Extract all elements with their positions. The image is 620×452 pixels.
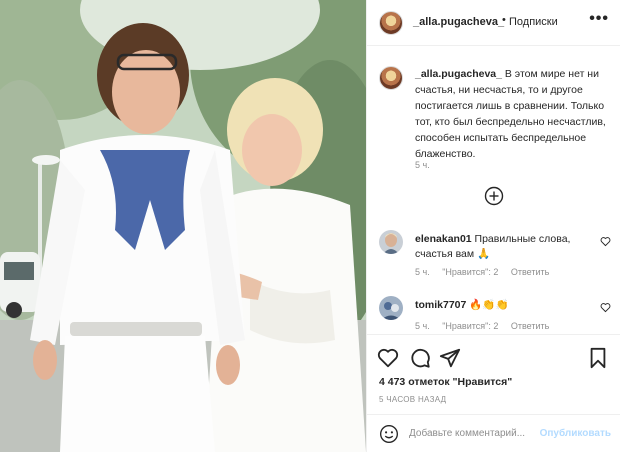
comment-item: tomik7707 🔥👏👏 5 ч. "Нравится": 2 Ответит… — [379, 296, 613, 336]
commenter-avatar-image — [379, 230, 403, 254]
comment-icon[interactable] — [409, 347, 431, 369]
more-icon[interactable]: ••• — [589, 10, 609, 28]
likes-count[interactable]: 4 473 отметок "Нравится" — [379, 376, 512, 388]
comment-text: 🔥👏👏 — [469, 299, 509, 311]
emoji-icon[interactable] — [379, 424, 399, 444]
comment-meta: 5 ч. "Нравится": 2 Ответить — [415, 267, 559, 277]
caption-text-block: _alla.pugacheva_ В этом мире нет ни счас… — [415, 66, 615, 162]
heart-icon[interactable] — [377, 347, 399, 369]
caption-avatar[interactable] — [379, 66, 403, 90]
comment-username[interactable]: elenakan01 — [415, 233, 472, 245]
header-separator: • — [502, 14, 506, 26]
comment-time[interactable]: 5 ч. — [415, 321, 430, 331]
send-icon[interactable] — [439, 347, 461, 369]
comment-text-block: elenakan01 Правильные слова, счастья вам… — [415, 232, 591, 262]
comment-heart-icon[interactable] — [600, 302, 611, 313]
post-side-panel: _alla.pugacheva_ • Подписки ••• _alla.pu… — [366, 0, 620, 452]
post-header: _alla.pugacheva_ • Подписки ••• — [367, 0, 620, 46]
comment-likes[interactable]: "Нравится": 2 — [442, 267, 498, 277]
comment-reply-button[interactable]: Ответить — [511, 321, 549, 331]
post-timestamp[interactable]: 5 ЧАСОВ НАЗАД — [379, 395, 446, 404]
add-comment-bar: Добавьте комментарий... Опубликовать — [367, 414, 620, 452]
comment-time[interactable]: 5 ч. — [415, 267, 430, 277]
comment-username[interactable]: tomik7707 — [415, 299, 466, 311]
author-avatar[interactable] — [379, 11, 403, 35]
post-action-bar — [367, 334, 620, 382]
comment-item: elenakan01 Правильные слова, счастья вам… — [379, 230, 613, 286]
follow-status-button[interactable]: Подписки — [509, 16, 558, 28]
post-photo-image — [0, 0, 366, 452]
post-photo[interactable] — [0, 0, 366, 452]
comment-input[interactable]: Добавьте комментарий... — [409, 428, 525, 439]
commenter-avatar[interactable] — [379, 296, 403, 320]
post-comment-button[interactable]: Опубликовать — [540, 428, 611, 439]
commenter-avatar[interactable] — [379, 230, 403, 254]
caption-username[interactable]: _alla.pugacheva_ — [415, 68, 502, 80]
bookmark-icon[interactable] — [587, 347, 609, 369]
comment-meta: 5 ч. "Нравится": 2 Ответить — [415, 321, 559, 331]
comment-likes[interactable]: "Нравится": 2 — [442, 321, 498, 331]
comment-heart-icon[interactable] — [600, 236, 611, 247]
comment-text-block: tomik7707 🔥👏👏 — [415, 298, 591, 313]
author-username[interactable]: _alla.pugacheva_ — [413, 16, 504, 28]
caption-time[interactable]: 5 ч. — [415, 160, 430, 170]
commenter-avatar-image — [379, 296, 403, 320]
plus-circle-icon[interactable] — [484, 186, 504, 206]
comment-reply-button[interactable]: Ответить — [511, 267, 549, 277]
caption-text: В этом мире нет ни счастья, ни несчастья… — [415, 68, 606, 160]
